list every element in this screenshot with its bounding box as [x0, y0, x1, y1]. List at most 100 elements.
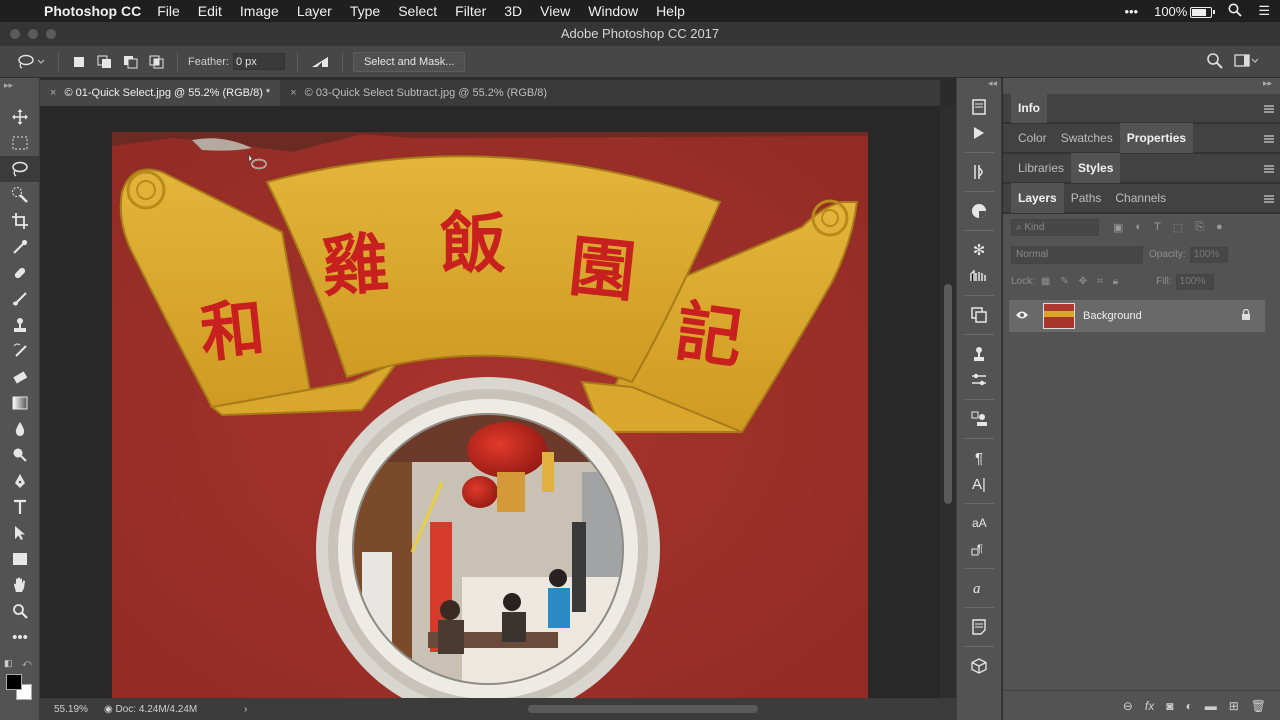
adjustments-panel-icon[interactable]	[957, 159, 1001, 185]
stamp-icon[interactable]	[0, 312, 40, 338]
canvas-area[interactable]: 和 雞 飯 園 記	[40, 106, 940, 698]
lock-position-icon[interactable]: ✥	[1079, 276, 1087, 287]
collapse-dock-icon[interactable]: ◂◂	[957, 78, 1001, 94]
fill-field[interactable]: 100%	[1175, 273, 1214, 290]
lock-artboard-icon[interactable]: ⌗	[1097, 276, 1103, 287]
tab-layers[interactable]: Layers	[1011, 183, 1064, 213]
anti-alias-icon[interactable]	[308, 52, 332, 72]
new-layer-icon[interactable]: ⊞	[1229, 699, 1239, 713]
zoom-window-button[interactable]	[46, 29, 56, 39]
filter-shape-icon[interactable]: ⬚	[1173, 221, 1183, 234]
tab-channels[interactable]: Channels	[1108, 183, 1173, 213]
clone-source-icon[interactable]	[957, 302, 1001, 328]
actions-panel-icon[interactable]	[957, 120, 1001, 146]
paragraph-styles-icon[interactable]: ¶	[957, 536, 1001, 562]
filter-pixel-icon[interactable]: ▣	[1113, 221, 1123, 234]
zoom-icon[interactable]	[0, 598, 40, 624]
menu-filter[interactable]: Filter	[455, 3, 486, 19]
type-icon[interactable]	[0, 494, 40, 520]
properties-sliders-icon[interactable]	[957, 367, 1001, 393]
crop-icon[interactable]	[0, 208, 40, 234]
more-tools-icon[interactable]: •••	[0, 624, 40, 650]
blend-mode-select[interactable]: Normal	[1011, 245, 1143, 264]
filter-type-icon[interactable]: T	[1154, 221, 1161, 234]
close-tab-icon[interactable]: ×	[50, 87, 56, 99]
tab-color[interactable]: Color	[1011, 123, 1054, 153]
zoom-level[interactable]: 55.19%	[40, 704, 104, 715]
close-window-button[interactable]	[10, 29, 20, 39]
menu-type[interactable]: Type	[350, 3, 380, 19]
lock-paint-icon[interactable]: ✎	[1060, 276, 1068, 287]
notes-panel-icon[interactable]	[957, 614, 1001, 640]
hand-icon[interactable]	[0, 572, 40, 598]
vertical-scroll-thumb[interactable]	[944, 284, 952, 504]
layer-row-background[interactable]: Background	[1009, 300, 1265, 332]
menu-layer[interactable]: Layer	[297, 3, 332, 19]
menu-3d[interactable]: 3D	[504, 3, 522, 19]
select-and-mask-button[interactable]: Select and Mask...	[352, 51, 466, 72]
intersect-selection-icon[interactable]	[147, 52, 167, 72]
new-group-icon[interactable]: ▬	[1205, 699, 1217, 713]
panel-menu-icon[interactable]	[1264, 135, 1274, 143]
new-adjustment-icon[interactable]: ◐	[1185, 699, 1192, 713]
filter-smart-object-icon[interactable]: ⎘	[1195, 221, 1204, 234]
brush-icon[interactable]	[0, 286, 40, 312]
tab-info[interactable]: Info	[1011, 93, 1047, 123]
glyphs-panel-icon[interactable]: a	[957, 575, 1001, 601]
menu-image[interactable]: Image	[240, 3, 279, 19]
doc-size[interactable]: ◉ Doc: 4.24M/4.24M	[104, 704, 244, 715]
swap-colors-icon[interactable]: ⤺	[22, 658, 32, 669]
document-canvas[interactable]: 和 雞 飯 園 記	[112, 132, 868, 698]
notification-center-icon[interactable]: ☰	[1258, 3, 1270, 19]
default-colors-icon[interactable]: ◧	[4, 658, 13, 669]
shape-icon[interactable]	[0, 546, 40, 572]
tab-quick-select[interactable]: × © 01-Quick Select.jpg @ 55.2% (RGB/8) …	[40, 80, 281, 106]
link-layers-icon[interactable]: ⊖	[1123, 699, 1133, 713]
collapse-panels-icon[interactable]: ▸▸	[1003, 78, 1280, 94]
character-styles-icon[interactable]: aA	[957, 510, 1001, 536]
spotlight-icon[interactable]	[1228, 3, 1242, 20]
battery-status[interactable]: 100%	[1154, 4, 1216, 19]
menu-edit[interactable]: Edit	[198, 3, 222, 19]
path-select-icon[interactable]	[0, 520, 40, 546]
tab-libraries[interactable]: Libraries	[1011, 153, 1071, 183]
move-icon[interactable]	[0, 104, 40, 130]
paragraph-panel-icon[interactable]: ¶	[957, 445, 1001, 471]
add-to-selection-icon[interactable]	[95, 52, 115, 72]
opacity-field[interactable]: 100%	[1189, 246, 1228, 263]
subtract-from-selection-icon[interactable]	[121, 52, 141, 72]
tab-swatches[interactable]: Swatches	[1054, 123, 1120, 153]
dodge-icon[interactable]	[0, 442, 40, 468]
menu-select[interactable]: Select	[398, 3, 437, 19]
panel-menu-icon[interactable]	[1264, 105, 1274, 113]
search-icon[interactable]	[1206, 52, 1224, 73]
tab-paths[interactable]: Paths	[1064, 183, 1109, 213]
more-menu-icon[interactable]: •••	[1124, 4, 1138, 19]
panel-menu-icon[interactable]	[1264, 195, 1274, 203]
lock-transparent-icon[interactable]: ▦	[1041, 276, 1050, 287]
brushes-panel-icon[interactable]	[957, 263, 1001, 289]
workspace-switcher-icon[interactable]	[1234, 54, 1259, 71]
gradient-icon[interactable]	[0, 390, 40, 416]
vertical-scrollbar[interactable]	[940, 106, 956, 698]
feather-input[interactable]	[232, 53, 285, 70]
status-menu-icon[interactable]: ›	[244, 704, 264, 715]
tab-quick-select-subtract[interactable]: × © 03-Quick Select Subtract.jpg @ 55.2%…	[280, 80, 557, 106]
menu-view[interactable]: View	[540, 3, 570, 19]
tab-properties[interactable]: Properties	[1119, 123, 1194, 153]
lock-all-icon[interactable]: 🔒︎	[1113, 276, 1118, 287]
brush-settings-icon[interactable]: ✻	[957, 237, 1001, 263]
marquee-icon[interactable]	[0, 130, 40, 156]
3d-panel-icon[interactable]	[957, 653, 1001, 679]
quick-select-icon[interactable]	[0, 182, 40, 208]
collapse-toolbar-icon[interactable]: ▸▸	[0, 78, 39, 104]
horizontal-scroll-thumb[interactable]	[528, 705, 758, 713]
layer-style-icon[interactable]: fx	[1145, 699, 1154, 713]
color-wheel-icon[interactable]	[957, 198, 1001, 224]
menu-file[interactable]: File	[157, 3, 180, 19]
lasso-icon[interactable]	[0, 156, 40, 182]
close-tab-icon[interactable]: ×	[290, 87, 296, 99]
filter-toggle-icon[interactable]: ●	[1216, 221, 1223, 234]
pen-icon[interactable]	[0, 468, 40, 494]
menu-window[interactable]: Window	[588, 3, 638, 19]
